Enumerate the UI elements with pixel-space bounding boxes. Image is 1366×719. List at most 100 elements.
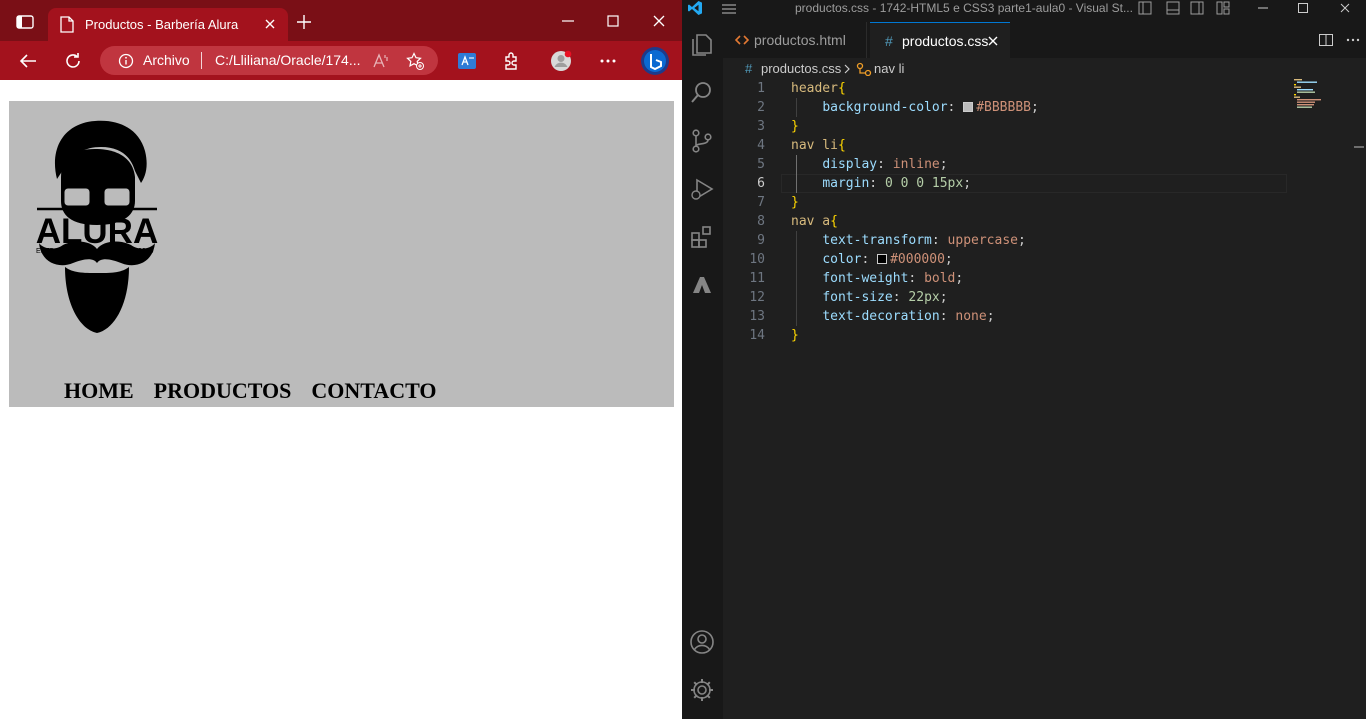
manage-gear-icon[interactable] — [688, 676, 716, 704]
vscode-maximize-icon[interactable] — [1296, 1, 1310, 15]
code-line[interactable]: 7} — [723, 193, 1323, 212]
close-tab-icon[interactable] — [987, 35, 999, 47]
code-line[interactable]: 11 font-weight: bold; — [723, 269, 1323, 288]
css-file-icon: # — [745, 61, 753, 76]
breadcrumb-symbol[interactable]: nav li — [874, 61, 904, 76]
code-token: ; — [944, 252, 953, 267]
code-line[interactable]: 8 nav a{ — [723, 212, 1323, 231]
more-actions-icon[interactable] — [1345, 32, 1361, 48]
code-line[interactable]: 4 nav li{ — [723, 136, 1323, 155]
vscode-titlebar: productos.css - 1742-HTML5 e CSS3 parte1… — [682, 0, 1366, 22]
code-token: : — [931, 233, 948, 248]
toggle-primary-sidebar-icon[interactable] — [1138, 1, 1152, 15]
explorer-icon[interactable] — [688, 31, 716, 59]
line-number: 5 — [757, 157, 765, 172]
site-header: ALURA ESTD 2020 Home Productos Contacto — [9, 101, 674, 407]
tab-label: productos.html — [754, 32, 846, 48]
symbol-selector-icon — [856, 62, 872, 76]
code-token: : — [892, 290, 909, 305]
vscode-minimize-icon[interactable] — [1256, 1, 1270, 15]
azure-icon[interactable] — [688, 271, 716, 299]
refresh-icon[interactable] — [62, 50, 84, 72]
code-line[interactable]: 14} — [723, 326, 1323, 345]
code-line[interactable]: 1 header{ — [723, 79, 1323, 98]
info-icon[interactable] — [118, 53, 134, 69]
breadcrumb-file[interactable]: productos.css — [761, 61, 841, 76]
add-favorite-icon[interactable] — [406, 52, 424, 70]
code-text: color: #000000; — [791, 250, 953, 269]
profile-avatar-icon[interactable] — [550, 50, 572, 72]
nav-link-contacto[interactable]: Contacto — [311, 378, 436, 404]
code-token: ; — [1031, 100, 1039, 115]
split-editor-icon[interactable] — [1318, 32, 1334, 48]
vscode-close-icon[interactable] — [1338, 1, 1352, 15]
code-token: nav a — [791, 214, 831, 229]
code-line[interactable]: 3} — [723, 117, 1323, 136]
code-token: display — [822, 157, 878, 172]
close-window-icon[interactable] — [648, 11, 670, 31]
code-line[interactable]: 2 background-color: #BBBBBB; — [723, 98, 1323, 117]
code-line[interactable]: 9 text-transform: uppercase; — [723, 231, 1323, 250]
code-token: : — [877, 157, 893, 172]
code-line[interactable]: 12 font-size: 22px; — [723, 288, 1323, 307]
code-line[interactable]: 5 display: inline; — [723, 155, 1323, 174]
run-debug-icon[interactable] — [688, 175, 716, 203]
line-number: 2 — [757, 100, 765, 115]
back-arrow-icon[interactable] — [17, 50, 39, 72]
tab-actions-icon[interactable] — [16, 15, 34, 29]
minimize-icon[interactable] — [557, 11, 579, 31]
code-text: } — [791, 326, 799, 345]
toggle-panel-icon[interactable] — [1166, 1, 1180, 15]
address-bar[interactable]: Archivo C:/Lliliana/Oracle/174... — [100, 46, 438, 75]
browser-tab[interactable]: Productos - Barbería Alura — [48, 8, 288, 41]
code-text: } — [791, 193, 799, 212]
accounts-icon[interactable] — [688, 628, 716, 656]
nav-link-home[interactable]: Home — [64, 378, 134, 404]
extensions-icon[interactable] — [688, 223, 716, 251]
color-swatch[interactable] — [877, 254, 888, 264]
new-tab-icon[interactable] — [296, 14, 312, 30]
code-line[interactable]: 6 margin: 0 0 0 15px; — [723, 174, 1323, 193]
toggle-secondary-sidebar-icon[interactable] — [1190, 1, 1204, 15]
html-file-icon — [735, 35, 749, 45]
tab-productos-html[interactable]: productos.html — [723, 22, 867, 58]
read-aloud-icon[interactable] — [372, 52, 390, 70]
code-token: ; — [963, 176, 972, 191]
site-nav: Home Productos Contacto — [64, 378, 437, 404]
menu-icon[interactable] — [720, 2, 738, 16]
translate-icon[interactable] — [456, 50, 478, 72]
code-token: ; — [1018, 233, 1026, 248]
css-file-icon: # — [885, 33, 893, 49]
code-token: margin — [822, 176, 870, 191]
url-text[interactable]: C:/Lliliana/Oracle/174... — [215, 52, 361, 68]
customize-layout-icon[interactable] — [1216, 1, 1230, 15]
more-options-icon[interactable] — [597, 50, 619, 72]
code-token: none — [955, 309, 987, 324]
code-line[interactable]: 13 text-decoration: none; — [723, 307, 1323, 326]
line-number: 1 — [757, 81, 765, 96]
extensions-icon[interactable] — [500, 50, 522, 72]
nav-link-productos[interactable]: Productos — [154, 378, 292, 404]
vscode-window-title: productos.css - 1742-HTML5 e CSS3 parte1… — [795, 1, 1133, 15]
vscode-logo-icon — [688, 1, 702, 15]
code-token: #BBBBBB — [976, 100, 1031, 115]
maximize-icon[interactable] — [602, 11, 624, 31]
tab-label: productos.css — [902, 33, 989, 49]
tab-productos-css[interactable]: # productos.css — [870, 22, 1010, 58]
activity-bar — [682, 22, 723, 719]
color-swatch[interactable] — [963, 102, 974, 112]
code-token: #000000 — [890, 252, 945, 267]
close-tab-icon[interactable] — [262, 16, 278, 32]
code-token: font-size — [822, 290, 893, 305]
code-token: 22px — [908, 290, 940, 305]
source-control-icon[interactable] — [688, 127, 716, 155]
minimap[interactable] — [1294, 79, 1334, 109]
editor-scrollbar[interactable] — [1352, 58, 1366, 719]
code-line[interactable]: 10 color: #000000; — [723, 250, 1323, 269]
search-icon[interactable] — [688, 79, 716, 107]
bing-chat-icon[interactable] — [640, 46, 670, 76]
code-token: text-transform — [822, 233, 932, 248]
address-separator — [201, 52, 202, 69]
